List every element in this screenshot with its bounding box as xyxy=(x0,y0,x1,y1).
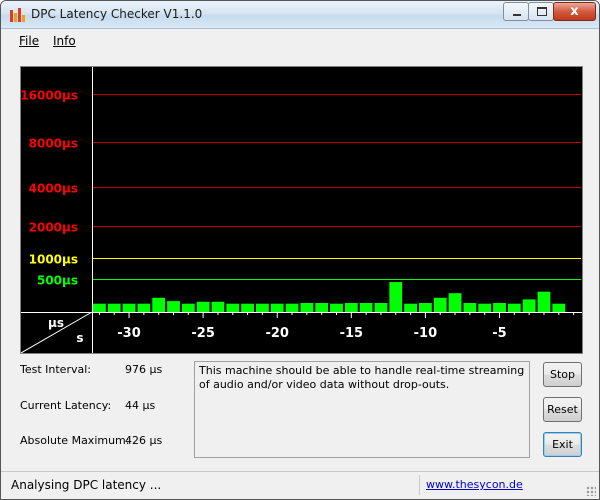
close-icon: x xyxy=(570,4,579,19)
resize-grip-icon[interactable] xyxy=(586,486,596,496)
test-interval-label: Test Interval: xyxy=(20,363,91,376)
latency-bar xyxy=(419,303,432,312)
latency-bar xyxy=(285,303,299,312)
latency-bar xyxy=(241,303,254,312)
latency-bar xyxy=(478,303,492,312)
y-tick-label: 4000µs xyxy=(29,182,78,196)
x-tick-label: -25 xyxy=(191,326,215,341)
latency-bar xyxy=(404,303,417,312)
latency-bar xyxy=(374,303,388,312)
title-bar[interactable]: DPC Latency Checker V1.1.0 x xyxy=(1,1,599,29)
menu-file[interactable]: File xyxy=(19,34,39,48)
latency-bar xyxy=(137,303,151,312)
maximize-button[interactable] xyxy=(528,2,554,21)
x-tick-label: -15 xyxy=(340,326,364,341)
y-axis-unit-label: µs xyxy=(48,316,64,330)
latency-bar xyxy=(107,303,121,312)
y-tick-label: 8000µs xyxy=(29,137,78,151)
current-latency-label: Current Latency: xyxy=(20,399,112,412)
status-bar: Analysing DPC latency ... www.thesycon.d… xyxy=(1,471,599,499)
latency-bar xyxy=(507,303,521,312)
result-message: This machine should be able to handle re… xyxy=(194,361,530,458)
latency-bar xyxy=(226,303,240,312)
menu-file-label: File xyxy=(19,34,40,48)
x-tick-label: -10 xyxy=(414,326,438,341)
x-tick-label: -20 xyxy=(265,326,289,341)
latency-bar xyxy=(448,293,462,312)
latency-bar xyxy=(344,303,358,312)
current-latency-value: 44 µs xyxy=(125,399,156,412)
latency-bar xyxy=(522,299,536,312)
latency-bar xyxy=(359,303,373,312)
latency-bar xyxy=(152,297,166,312)
latency-bar xyxy=(300,303,314,312)
stop-button[interactable]: Stop xyxy=(543,362,582,387)
latency-graph: 16000µs 8000µs 4000µs 2000µs 1000µs 500µs µs s -… xyxy=(20,66,583,354)
reset-button[interactable]: Reset xyxy=(543,397,582,422)
latency-bar xyxy=(167,301,180,312)
latency-bar xyxy=(315,303,329,312)
latency-bar xyxy=(389,282,403,312)
latency-bar xyxy=(196,301,210,312)
x-axis-unit-label: s xyxy=(76,331,83,345)
latency-bar xyxy=(181,303,195,312)
latency-bar xyxy=(493,303,506,312)
status-separator xyxy=(419,475,420,495)
latency-bar xyxy=(330,303,343,312)
latency-bar xyxy=(93,303,106,312)
absolute-maximum-value: 426 µs xyxy=(125,434,163,447)
exit-button[interactable]: Exit xyxy=(543,432,582,457)
close-button[interactable]: x xyxy=(553,2,596,21)
latency-bar xyxy=(256,303,269,312)
latency-bar xyxy=(122,303,136,312)
minimize-button[interactable] xyxy=(503,2,529,21)
app-icon xyxy=(9,7,25,23)
y-tick-label: 500µs xyxy=(37,274,78,288)
latency-chart-svg: 16000µs 8000µs 4000µs 2000µs 1000µs 500µs µss -… xyxy=(21,67,582,353)
x-tick-label: -5 xyxy=(492,326,506,341)
latency-bar xyxy=(433,297,447,312)
main-window: DPC Latency Checker V1.1.0 x File Info 1… xyxy=(0,0,600,500)
y-tick-label: 16000µs xyxy=(21,89,78,103)
latency-bar xyxy=(270,303,284,312)
latency-bar xyxy=(537,291,551,312)
minimize-icon xyxy=(513,14,521,16)
y-tick-label: 1000µs xyxy=(29,253,78,267)
latency-bar xyxy=(211,301,225,312)
maximize-icon xyxy=(537,7,547,16)
status-text: Analysing DPC latency ... xyxy=(11,478,162,492)
test-interval-value: 976 µs xyxy=(125,363,163,376)
x-tick-label: -30 xyxy=(117,326,141,341)
menu-info[interactable]: Info xyxy=(53,34,76,48)
window-title: DPC Latency Checker V1.1.0 xyxy=(31,7,203,21)
latency-bar xyxy=(463,303,477,312)
absolute-maximum-label: Absolute Maximum: xyxy=(20,434,130,447)
latency-bar xyxy=(552,303,566,312)
menu-info-label: Info xyxy=(53,34,76,48)
y-tick-label: 2000µs xyxy=(29,221,78,235)
website-link[interactable]: www.thesycon.de xyxy=(426,478,523,491)
menu-bar: File Info xyxy=(1,30,599,52)
